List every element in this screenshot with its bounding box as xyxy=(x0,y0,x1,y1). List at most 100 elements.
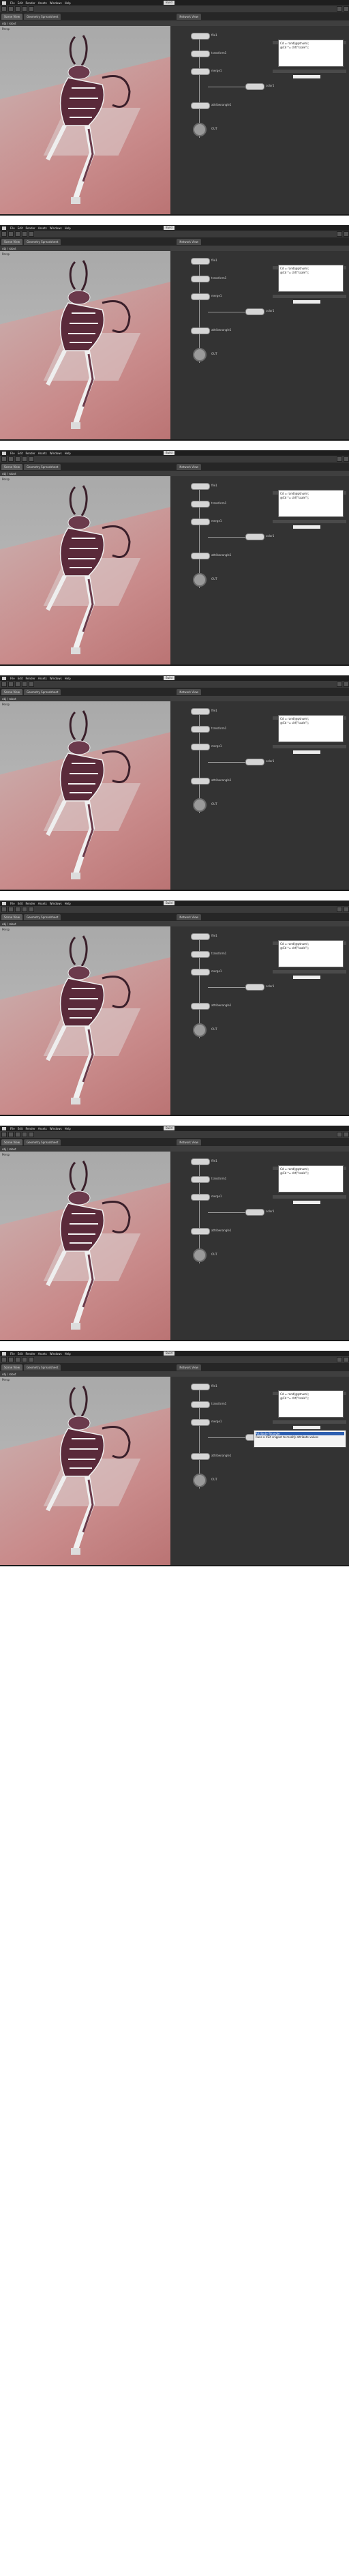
workspace-selector[interactable]: Build xyxy=(164,226,175,230)
render-tool-icon[interactable] xyxy=(337,231,342,237)
menu-edit[interactable]: Edit xyxy=(18,226,23,230)
path-text[interactable]: obj / robot xyxy=(2,697,16,701)
scene-viewport[interactable]: Persp xyxy=(0,701,170,890)
select-tool-icon[interactable] xyxy=(1,1357,7,1362)
menu-help[interactable]: Help xyxy=(65,677,71,680)
menu-edit[interactable]: Edit xyxy=(18,677,23,680)
menu-file[interactable]: File xyxy=(10,452,15,455)
vex-code-popup[interactable]: Cd = rand(@ptnum); @Cd *= chf("scale"); xyxy=(278,940,344,967)
node-output[interactable] xyxy=(193,798,207,812)
menu-help[interactable]: Help xyxy=(65,902,71,905)
node-transform1[interactable] xyxy=(191,726,210,733)
parameter-field[interactable] xyxy=(293,750,320,754)
select-tool-icon[interactable] xyxy=(1,682,7,687)
menu-render[interactable]: Render xyxy=(25,1352,35,1356)
scene-viewport[interactable]: Persp xyxy=(0,1152,170,1340)
node-output[interactable] xyxy=(193,348,207,362)
workspace-selector[interactable]: Build xyxy=(164,1,175,5)
move-tool-icon[interactable] xyxy=(8,682,14,687)
tab-network-view[interactable]: Network View xyxy=(177,463,201,470)
menu-assets[interactable]: Assets xyxy=(38,677,47,680)
menu-file[interactable]: File xyxy=(10,902,15,905)
path-text[interactable]: obj / robot xyxy=(2,22,16,25)
menu-help[interactable]: Help xyxy=(65,226,71,230)
node-color1[interactable] xyxy=(245,1209,264,1216)
rotate-tool-icon[interactable] xyxy=(15,231,20,237)
menu-render[interactable]: Render xyxy=(25,677,35,680)
viewport-camera-label[interactable]: Persp xyxy=(2,928,10,931)
tab-scene-view[interactable]: Scene View xyxy=(1,238,22,245)
scale-tool-icon[interactable] xyxy=(22,907,27,912)
node-file1[interactable] xyxy=(191,483,210,490)
menu-windows[interactable]: Windows xyxy=(50,226,62,230)
tab-geometry-spreadsheet[interactable]: Geometry Spreadsheet xyxy=(23,463,61,470)
menu-assets[interactable]: Assets xyxy=(38,1,47,5)
snap-tool-icon[interactable] xyxy=(29,231,34,237)
node-file1[interactable] xyxy=(191,33,210,40)
snap-tool-icon[interactable] xyxy=(29,682,34,687)
workspace-selector[interactable]: Build xyxy=(164,451,175,455)
menu-windows[interactable]: Windows xyxy=(50,1,62,5)
menu-assets[interactable]: Assets xyxy=(38,226,47,230)
menu-render[interactable]: Render xyxy=(25,1127,35,1130)
move-tool-icon[interactable] xyxy=(8,907,14,912)
tab-scene-view[interactable]: Scene View xyxy=(1,13,22,20)
tab-scene-view[interactable]: Scene View xyxy=(1,1139,22,1145)
node-transform1[interactable] xyxy=(191,501,210,508)
menu-assets[interactable]: Assets xyxy=(38,902,47,905)
select-tool-icon[interactable] xyxy=(1,6,7,12)
tab-scene-view[interactable]: Scene View xyxy=(1,1364,22,1371)
node-attribwrangle1[interactable] xyxy=(191,553,210,559)
node-output[interactable] xyxy=(193,123,207,136)
node-merge1[interactable] xyxy=(191,969,210,976)
select-tool-icon[interactable] xyxy=(1,1132,7,1137)
tab-scene-view[interactable]: Scene View xyxy=(1,913,22,920)
viewport-camera-label[interactable]: Persp xyxy=(2,703,10,706)
settings-icon[interactable] xyxy=(344,1132,349,1137)
parameter-field[interactable] xyxy=(293,300,320,304)
scene-viewport[interactable]: Persp xyxy=(0,926,170,1115)
node-transform1[interactable] xyxy=(191,1176,210,1183)
render-tool-icon[interactable] xyxy=(337,682,342,687)
menu-windows[interactable]: Windows xyxy=(50,677,62,680)
menu-file[interactable]: File xyxy=(10,677,15,680)
tab-network-view[interactable]: Network View xyxy=(177,913,201,920)
menu-help[interactable]: Help xyxy=(65,1352,71,1356)
scale-tool-icon[interactable] xyxy=(22,456,27,462)
tab-geometry-spreadsheet[interactable]: Geometry Spreadsheet xyxy=(23,1364,61,1371)
scene-viewport[interactable]: Persp xyxy=(0,1377,170,1565)
snap-tool-icon[interactable] xyxy=(29,456,34,462)
node-output[interactable] xyxy=(193,1023,207,1037)
render-tool-icon[interactable] xyxy=(337,1132,342,1137)
menu-assets[interactable]: Assets xyxy=(38,1127,47,1130)
settings-icon[interactable] xyxy=(344,1357,349,1362)
menu-assets[interactable]: Assets xyxy=(38,452,47,455)
tab-network-view[interactable]: Network View xyxy=(177,13,201,20)
menu-render[interactable]: Render xyxy=(25,452,35,455)
menu-render[interactable]: Render xyxy=(25,902,35,905)
settings-icon[interactable] xyxy=(344,907,349,912)
node-output[interactable] xyxy=(193,1248,207,1262)
snap-tool-icon[interactable] xyxy=(29,1357,34,1362)
node-merge1[interactable] xyxy=(191,518,210,525)
scene-viewport[interactable]: Persp xyxy=(0,476,170,664)
node-attribwrangle1[interactable] xyxy=(191,1453,210,1460)
tab-geometry-spreadsheet[interactable]: Geometry Spreadsheet xyxy=(23,913,61,920)
tab-network-view[interactable]: Network View xyxy=(177,238,201,245)
select-tool-icon[interactable] xyxy=(1,456,7,462)
rotate-tool-icon[interactable] xyxy=(15,456,20,462)
path-text[interactable]: obj / robot xyxy=(2,922,16,926)
tab-geometry-spreadsheet[interactable]: Geometry Spreadsheet xyxy=(23,238,61,245)
node-color1[interactable] xyxy=(245,83,264,90)
move-tool-icon[interactable] xyxy=(8,1357,14,1362)
rotate-tool-icon[interactable] xyxy=(15,1132,20,1137)
tab-geometry-spreadsheet[interactable]: Geometry Spreadsheet xyxy=(23,1139,61,1145)
node-file1[interactable] xyxy=(191,1158,210,1165)
workspace-selector[interactable]: Build xyxy=(164,901,175,905)
menu-edit[interactable]: Edit xyxy=(18,902,23,905)
menu-edit[interactable]: Edit xyxy=(18,452,23,455)
menu-edit[interactable]: Edit xyxy=(18,1,23,5)
menu-windows[interactable]: Windows xyxy=(50,1352,62,1356)
menu-edit[interactable]: Edit xyxy=(18,1352,23,1356)
tab-geometry-spreadsheet[interactable]: Geometry Spreadsheet xyxy=(23,13,61,20)
